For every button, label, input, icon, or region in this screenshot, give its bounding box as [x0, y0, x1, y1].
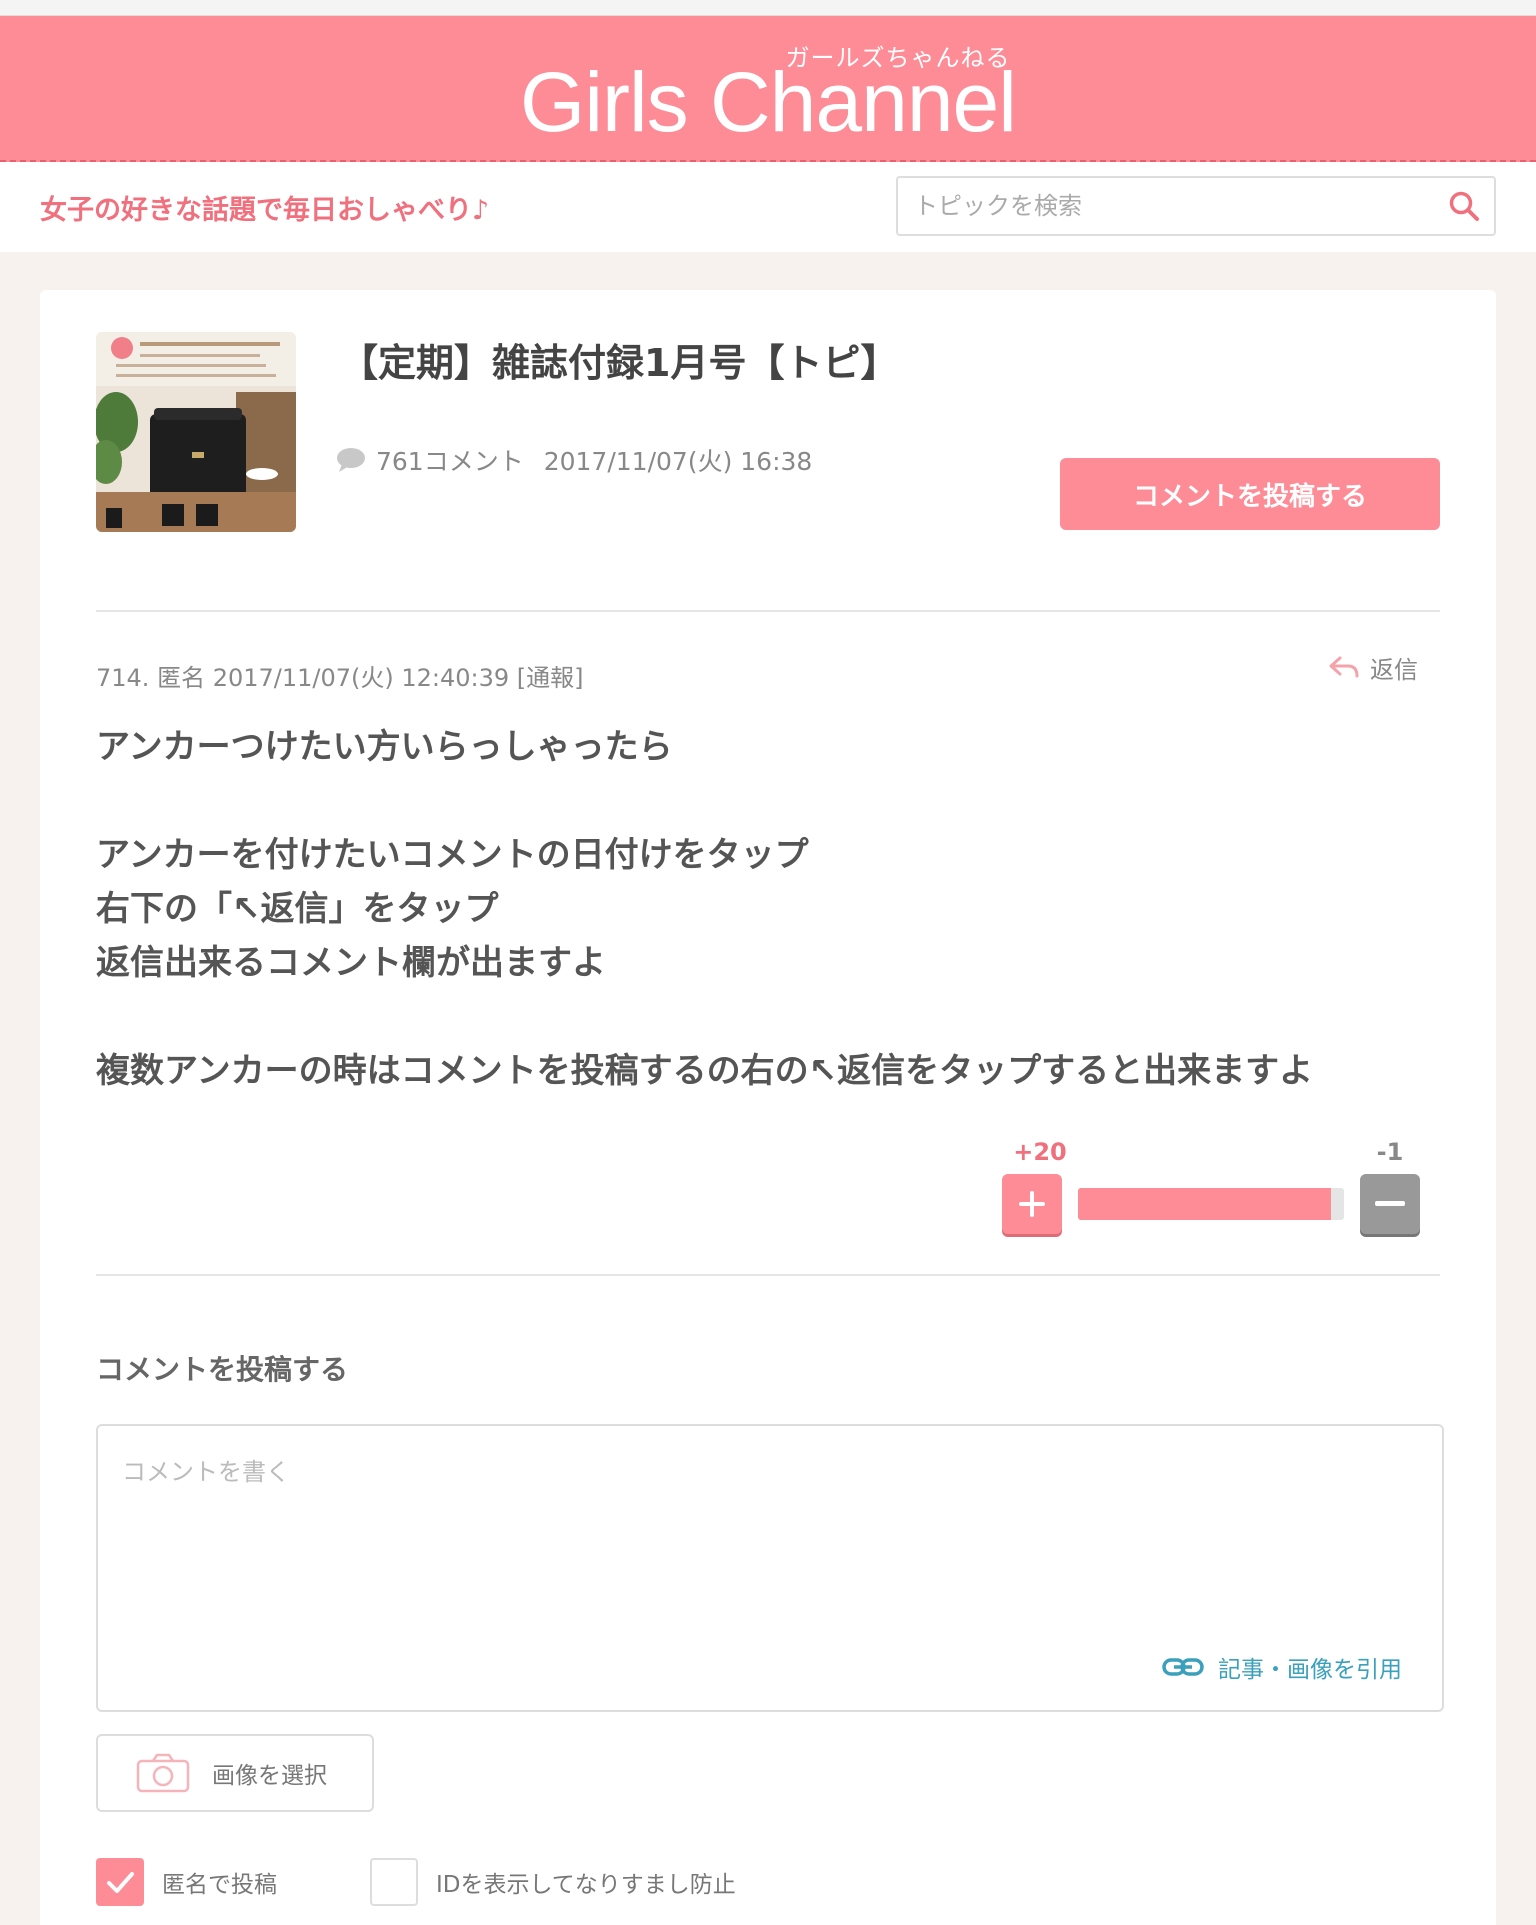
- comment-form-title: コメントを投稿する: [96, 1353, 349, 1386]
- comment-textarea-box: 記事・画像を引用: [96, 1424, 1444, 1712]
- sub-header: 女子の好きな話題で毎日おしゃべり♪: [0, 162, 1536, 252]
- camera-icon: [136, 1753, 190, 1793]
- search-icon[interactable]: [1448, 190, 1480, 222]
- plus-vote-count: +20: [1013, 1138, 1067, 1166]
- site-logo[interactable]: Girls Channel: [0, 54, 1536, 151]
- tagline: 女子の好きな話題で毎日おしゃべり♪: [40, 195, 490, 226]
- vote-ratio-bar: [1078, 1188, 1344, 1220]
- topic-meta: 761コメント 2017/11/07(火) 16:38: [336, 442, 812, 478]
- comment-line: アンカーつけたい方いらっしゃったら: [96, 727, 673, 767]
- check-icon: [107, 1872, 134, 1893]
- topic-title[interactable]: 【定期】雑誌付録1月号【トピ】: [340, 332, 898, 387]
- image-select-button[interactable]: 画像を選択: [96, 1734, 374, 1812]
- comment-body: アンカーつけたい方いらっしゃったら アンカーを付けたいコメントの日付けをタップ …: [96, 720, 1456, 1098]
- topic-card: 【定期】雑誌付録1月号【トピ】 761コメント 2017/11/07(火) 16…: [40, 290, 1496, 1925]
- divider: [96, 610, 1440, 612]
- plus-vote-button[interactable]: [1002, 1174, 1062, 1234]
- topic-date: 2017/11/07(火) 16:38: [543, 447, 813, 476]
- show-id-option[interactable]: IDを表示してなりすまし防止: [370, 1858, 736, 1906]
- reply-icon: [1329, 656, 1359, 677]
- vote-ratio-fill: [1078, 1188, 1331, 1220]
- comment-line: 右下の「↖返信」をタップ: [96, 889, 499, 929]
- comment-line: アンカーを付けたいコメントの日付けをタップ: [96, 835, 809, 875]
- reply-label: 返信: [1370, 656, 1418, 684]
- search-box: [896, 176, 1496, 236]
- comment-meta[interactable]: 714. 匿名 2017/11/07(火) 12:40:39 [通報]: [96, 658, 584, 693]
- comment-line: 返信出来るコメント欄が出ますよ: [96, 943, 606, 983]
- browser-top-strip: [0, 0, 1536, 16]
- quote-article-link[interactable]: 記事・画像を引用: [1162, 1650, 1402, 1684]
- anonymous-checkbox[interactable]: [96, 1858, 144, 1906]
- comment-line: 複数アンカーの時はコメントを投稿するの右の↖返信をタップすると出来ますよ: [96, 1051, 1314, 1091]
- anonymous-label: 匿名で投稿: [162, 1872, 277, 1898]
- image-select-label: 画像を選択: [212, 1763, 327, 1789]
- post-comment-button[interactable]: コメントを投稿する: [1060, 458, 1440, 530]
- anonymous-option[interactable]: 匿名で投稿: [96, 1858, 277, 1906]
- divider: [96, 1274, 1440, 1276]
- show-id-label: IDを表示してなりすまし防止: [436, 1872, 736, 1898]
- minus-vote-count: -1: [1376, 1138, 1404, 1166]
- comment-textarea[interactable]: [98, 1426, 1442, 1646]
- search-input[interactable]: [914, 178, 1434, 234]
- show-id-checkbox[interactable]: [370, 1858, 418, 1906]
- comment-bubble-icon: [337, 448, 365, 472]
- site-header: ガールズちゃんねる Girls Channel: [0, 16, 1536, 162]
- comment-line: [96, 774, 1456, 828]
- quote-article-label: 記事・画像を引用: [1218, 1657, 1402, 1683]
- link-icon: [1162, 1658, 1204, 1676]
- topic-thumbnail[interactable]: [96, 332, 296, 532]
- reply-button[interactable]: 返信: [1328, 650, 1418, 685]
- minus-vote-button[interactable]: [1360, 1174, 1420, 1234]
- comment-line: [96, 990, 1456, 1044]
- comment-count[interactable]: 761コメント: [376, 442, 524, 478]
